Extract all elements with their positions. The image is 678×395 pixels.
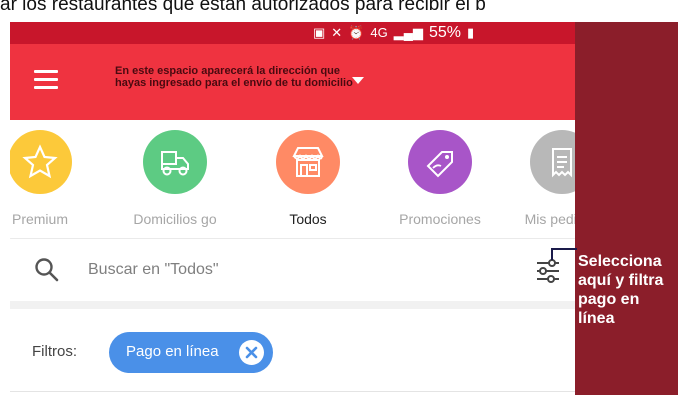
category-label: Mis pedidos [524,211,575,227]
callout-line [551,248,577,250]
address-selector[interactable]: En este espacio aparecerá la dirección q… [115,65,355,89]
store-icon [276,130,340,194]
category-label: Domicilios go [133,211,217,227]
sim-icon: ▣ [313,25,326,40]
alarm-icon: ⏰ [348,25,365,40]
star-icon [10,130,72,194]
network-label: 4G [370,25,388,40]
app-bar: En este espacio aparecerá la dirección q… [10,44,575,120]
category-mis-pedidos[interactable]: Mis pedidos [507,120,575,227]
signal-icon: ▂▄▆ [393,25,423,40]
callout-line-vertical [551,248,553,260]
divider [10,301,575,309]
battery-percent: 55% [428,24,461,41]
filter-sliders-icon[interactable] [534,257,562,285]
category-todos[interactable]: Todos [253,120,363,227]
category-label: Todos [289,211,327,227]
search-icon[interactable] [34,257,60,283]
category-carousel: Premium Domicilios go Todos Promociones … [10,120,575,239]
category-domicilios-go[interactable]: Domicilios go [120,120,230,227]
close-icon[interactable] [239,340,264,365]
category-label: Promociones [399,211,481,227]
document-caption: ar los restaurantes que están autorizado… [0,0,486,15]
filters-label: Filtros: [32,343,77,360]
category-promociones[interactable]: Promociones [385,120,495,227]
mute-icon: ✕ [331,25,343,40]
filter-chip-pago-en-linea[interactable]: Pago en línea [109,332,273,373]
hamburger-menu-icon[interactable] [34,70,58,90]
dropdown-caret-icon[interactable] [352,77,364,84]
chip-label: Pago en línea [126,343,219,360]
category-premium[interactable]: Premium [10,120,95,227]
search-bar[interactable]: Buscar en "Todos" [10,239,575,301]
phone-screen: ▣ ✕ ⏰ 4G ▂▄▆ 55% ▮ En este espacio apare… [10,22,575,395]
battery-icon: ▮ [466,25,475,40]
filters-row: Filtros: Pago en línea [10,309,575,392]
annotation-text: Selecciona aquí y filtra pago en línea [578,253,664,327]
category-label: Premium [11,211,68,227]
status-bar: ▣ ✕ ⏰ 4G ▂▄▆ 55% ▮ [10,22,575,44]
tag-icon [408,130,472,194]
annotation-panel [575,22,678,395]
receipt-icon [530,130,575,194]
search-input[interactable]: Buscar en "Todos" [88,261,219,279]
delivery-scooter-icon [143,130,207,194]
